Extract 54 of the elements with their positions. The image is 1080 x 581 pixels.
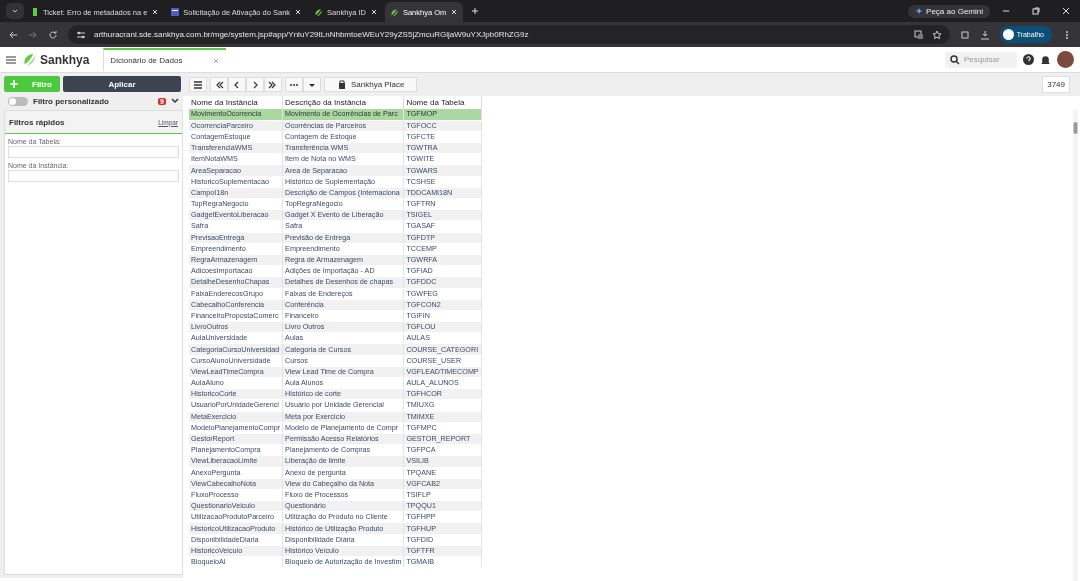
translate-icon[interactable]: [913, 29, 924, 40]
panel-title: Filtros rápidos: [9, 117, 65, 127]
logo[interactable]: Sankhya: [22, 52, 90, 67]
bag-icon: [337, 79, 347, 90]
chevron-icon[interactable]: [171, 98, 179, 104]
gemini-button[interactable]: Peça ao Gemini: [908, 4, 990, 18]
reload-icon[interactable]: [48, 29, 58, 40]
close-icon[interactable]: [369, 8, 378, 16]
restore-icon[interactable]: [1032, 7, 1040, 15]
close-icon[interactable]: [294, 8, 303, 16]
new-tab-icon[interactable]: [471, 7, 480, 15]
search-icon: [950, 54, 960, 65]
next-button[interactable]: [246, 77, 264, 92]
address-bar[interactable]: arthuracrani.sde.sankhya.com.br/mge/system.jsp#app/YnluY29tLnNhbmtoeWEuY29yZS5jZmcuRGljaW9uYXJpb0RhZG9z: [68, 25, 950, 44]
input-field[interactable]: [8, 146, 179, 158]
close-icon[interactable]: [1062, 7, 1070, 15]
apply-button[interactable]: Aplicar: [63, 76, 181, 92]
double-chevron-right-icon: [268, 79, 278, 90]
toggle-switch[interactable]: [8, 96, 28, 106]
leaf-icon: [389, 7, 399, 17]
extensions-icon[interactable]: [959, 29, 970, 40]
last-page-button[interactable]: [264, 77, 282, 92]
minimize-icon[interactable]: [1002, 7, 1010, 15]
sparkle-icon: [915, 7, 924, 15]
first-page-button[interactable]: [210, 77, 228, 92]
more-button[interactable]: [285, 77, 303, 92]
leaf-icon: [314, 7, 324, 17]
form-icon: [171, 8, 180, 16]
previous-button[interactable]: [228, 77, 246, 92]
chevron-icon: [11, 7, 19, 15]
list-icon: [193, 79, 203, 90]
record-count: 3749: [1042, 76, 1070, 93]
back-icon[interactable]: [8, 29, 18, 40]
double-chevron-left-icon: [214, 79, 224, 90]
help-icon[interactable]: [1023, 54, 1034, 65]
leaf-icon: [22, 52, 37, 67]
scrollbar[interactable]: [1073, 110, 1078, 581]
bell-icon[interactable]: [1040, 54, 1051, 65]
forward-icon[interactable]: [28, 29, 38, 40]
close-icon[interactable]: [450, 8, 459, 16]
site-settings-icon[interactable]: [76, 29, 86, 40]
sankhya-place-button[interactable]: Sankhya Place: [324, 77, 418, 92]
star-icon[interactable]: [931, 29, 942, 40]
plus-icon: [10, 80, 18, 88]
app-tab[interactable]: Dicionário de Dados: [103, 48, 227, 71]
avatar[interactable]: [1057, 51, 1074, 68]
input-field[interactable]: [8, 170, 179, 182]
close-icon[interactable]: [151, 8, 160, 16]
list-view-button[interactable]: [189, 77, 207, 92]
dropdown-button[interactable]: [303, 77, 321, 92]
download-icon[interactable]: [979, 29, 990, 40]
menu-icon[interactable]: [6, 54, 16, 65]
page-icon: [31, 8, 39, 16]
custom-filter-label: Filtro personalizado: [33, 96, 109, 106]
